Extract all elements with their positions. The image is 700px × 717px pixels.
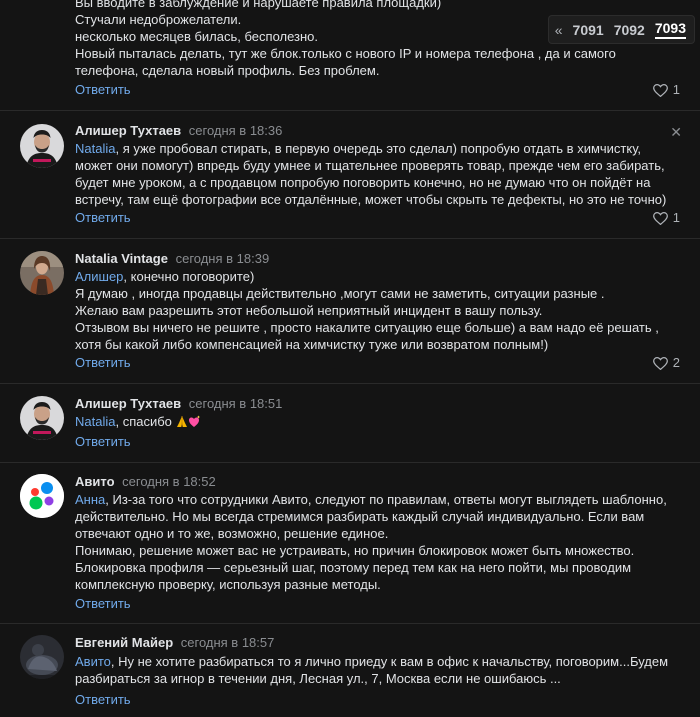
like-button[interactable]: 1 bbox=[652, 82, 680, 98]
comment-header: Алишер Тухтаев сегодня в 18:36 bbox=[75, 123, 282, 139]
top-comment-line: Новый пыталась делать, тут же блок.тольк… bbox=[75, 46, 616, 78]
avatar[interactable] bbox=[20, 474, 64, 518]
comment-body: , спасибо bbox=[115, 414, 172, 429]
comment-header: Евгений Майер сегодня в 18:57 bbox=[75, 635, 274, 651]
comment-text: Анна, Из-за того что сотрудники Авито, с… bbox=[75, 491, 685, 593]
heart-icon bbox=[652, 356, 668, 370]
reply-button[interactable]: Ответить bbox=[75, 434, 131, 450]
comment-line: Понимаю, решение может вас не устраивать… bbox=[75, 543, 635, 592]
mention-link[interactable]: Natalia bbox=[75, 141, 115, 156]
heart-icon bbox=[652, 83, 668, 97]
like-count: 2 bbox=[672, 355, 680, 370]
like-button[interactable]: 1 bbox=[652, 210, 680, 226]
divider bbox=[0, 238, 700, 239]
reply-button[interactable]: Ответить bbox=[75, 355, 131, 371]
reply-button[interactable]: Ответить bbox=[75, 596, 131, 612]
comment-line: Анна, Из-за того что сотрудники Авито, с… bbox=[75, 491, 685, 542]
reply-button[interactable]: Ответить bbox=[75, 210, 131, 226]
mention-link[interactable]: Авито bbox=[75, 654, 111, 669]
comment-line: Желаю вам разрешить этот небольшой непри… bbox=[75, 303, 543, 318]
comment-header: Авито сегодня в 18:52 bbox=[75, 474, 216, 490]
comment-line: Отзывом вы ничего не решите , просто нак… bbox=[75, 320, 659, 352]
comment-header: Алишер Тухтаев сегодня в 18:51 bbox=[75, 396, 282, 412]
author-name[interactable]: Авито bbox=[75, 474, 115, 489]
close-icon[interactable]: ✕ bbox=[670, 124, 682, 141]
heart-icon bbox=[652, 211, 668, 225]
comment-time[interactable]: сегодня в 18:52 bbox=[122, 474, 216, 489]
pagination-page[interactable]: 7091 bbox=[573, 22, 604, 38]
comment-time[interactable]: сегодня в 18:39 bbox=[176, 251, 270, 266]
comment-line: Я думаю , иногда продавцы действительно … bbox=[75, 286, 605, 301]
author-name[interactable]: Алишер Тухтаев bbox=[75, 396, 181, 411]
comment-body: , Из-за того что сотрудники Авито, следу… bbox=[75, 492, 667, 541]
comments-page: Вы вводите в заблуждение и нарушаете пра… bbox=[0, 0, 700, 717]
sparkling-heart-icon bbox=[188, 415, 200, 427]
avatar-photo-icon bbox=[20, 396, 64, 440]
praying-hands-icon bbox=[176, 416, 187, 427]
avatar-photo-icon bbox=[20, 251, 64, 295]
author-name[interactable]: Алишер Тухтаев bbox=[75, 123, 181, 138]
pagination: « 7091 7092 7093 bbox=[548, 16, 694, 43]
avatar-photo-icon bbox=[20, 124, 64, 168]
author-name[interactable]: Евгений Майер bbox=[75, 635, 173, 650]
avito-logo-icon bbox=[20, 474, 64, 518]
divider bbox=[0, 462, 700, 463]
reply-button[interactable]: Ответить bbox=[75, 692, 131, 708]
comment-time[interactable]: сегодня в 18:57 bbox=[181, 635, 275, 650]
author-name[interactable]: Natalia Vintage bbox=[75, 251, 168, 266]
like-count: 1 bbox=[672, 210, 680, 225]
comment-time[interactable]: сегодня в 18:36 bbox=[189, 123, 283, 138]
avatar[interactable] bbox=[20, 635, 64, 679]
comment-text: Авито, Ну не хотите разбираться то я лич… bbox=[75, 653, 685, 687]
comment-text: Natalia, спасибо bbox=[75, 413, 685, 430]
avatar[interactable] bbox=[20, 124, 64, 168]
divider bbox=[0, 383, 700, 384]
mention-link[interactable]: Анна bbox=[75, 492, 105, 507]
like-button[interactable]: 2 bbox=[652, 355, 680, 371]
pagination-page-current[interactable]: 7093 bbox=[654, 20, 686, 39]
comment-text: Алишер, конечно поговорите) Я думаю , ин… bbox=[75, 268, 685, 353]
mention-link[interactable]: Алишер bbox=[75, 269, 123, 284]
comment-body: , я уже пробовал стирать, в первую очере… bbox=[75, 141, 667, 207]
comment-text: Natalia, я уже пробовал стирать, в перву… bbox=[75, 140, 675, 208]
avatar[interactable] bbox=[20, 251, 64, 295]
reply-button[interactable]: Ответить bbox=[75, 82, 131, 98]
comment-body: , Ну не хотите разбираться то я лично пр… bbox=[75, 654, 669, 686]
divider bbox=[0, 623, 700, 624]
like-count: 1 bbox=[672, 82, 680, 97]
pagination-prev[interactable]: « bbox=[555, 22, 563, 38]
mention-link[interactable]: Natalia bbox=[75, 414, 115, 429]
pagination-page[interactable]: 7092 bbox=[614, 22, 645, 38]
comment-time[interactable]: сегодня в 18:51 bbox=[189, 396, 283, 411]
divider bbox=[0, 110, 700, 111]
comment-line: Алишер, конечно поговорите) bbox=[75, 268, 685, 285]
comment-header: Natalia Vintage сегодня в 18:39 bbox=[75, 251, 269, 267]
avatar[interactable] bbox=[20, 396, 64, 440]
top-comment-line: Вы вводите в заблуждение и нарушаете пра… bbox=[75, 0, 442, 10]
avatar-photo-icon bbox=[20, 635, 64, 679]
comment-body: , конечно поговорите) bbox=[123, 269, 255, 284]
